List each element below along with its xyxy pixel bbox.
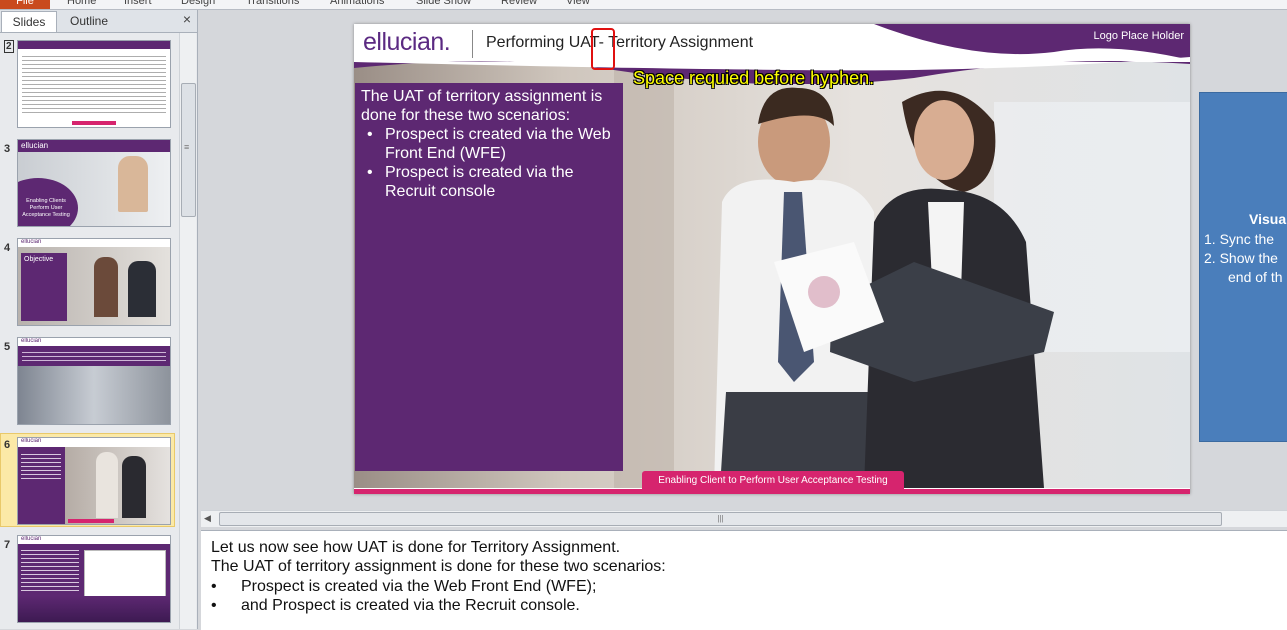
tab-slide-show[interactable]: Slide Show (416, 0, 471, 8)
tab-design[interactable]: Design (181, 0, 215, 8)
slide-number: 6 (4, 439, 11, 451)
side-box-title: Visua (1249, 211, 1287, 227)
grip-icon: ||| (717, 514, 724, 523)
body-intro: The UAT of territory assignment is done … (361, 88, 603, 124)
thumb-photo (18, 366, 170, 424)
notes-bullet: and Prospect is created via the Recruit … (241, 597, 580, 614)
thumb-person (94, 257, 118, 317)
slide-thumbnail[interactable]: ellucian (17, 337, 171, 425)
offslide-text-box[interactable]: Visua 1. Sync the 2. Show the end of th (1199, 92, 1287, 442)
thumb-footer (68, 519, 114, 523)
thumb-logo: ellucian (21, 338, 42, 344)
thumb-text-lines (22, 53, 166, 115)
thumb-text-lines (22, 349, 166, 363)
close-panel-icon[interactable]: × (183, 11, 191, 27)
thumb-footer (72, 121, 116, 125)
side-box-item: end of th (1228, 269, 1283, 285)
ribbon: File Home Insert Design Transitions Anim… (0, 0, 1287, 10)
slide-thumbnail[interactable]: ellucian (17, 437, 171, 525)
annotation-highlight-box (591, 28, 615, 70)
notes-pane[interactable]: Let us now see how UAT is done for Terri… (201, 530, 1287, 630)
notes-bullet: Prospect is created via the Web Front En… (241, 578, 597, 595)
scrollbar-thumb[interactable]: ||| (219, 512, 1222, 526)
thumb-logo: ellucian (21, 438, 42, 444)
bullet-list: Prospect is created via the Web Front En… (361, 125, 617, 201)
scrollbar-thumb[interactable]: ≡ (181, 83, 196, 217)
slide-number: 5 (4, 341, 11, 353)
thumb-title: Objective (24, 256, 54, 263)
file-tab[interactable]: File (0, 0, 50, 9)
logo-placeholder[interactable]: Logo Place Holder (1093, 30, 1184, 42)
thumb-logo: ellucian (21, 141, 49, 150)
grip-icon: ≡ (184, 142, 190, 152)
thumb-title: Enabling Clients Perform User Acceptance… (22, 198, 70, 218)
thumb-person (118, 156, 148, 212)
review-annotation: Space requied before hyphen. (633, 68, 875, 88)
thumb-person (128, 261, 156, 317)
thumb-bottom (18, 596, 170, 622)
thumb-person (96, 452, 118, 518)
side-box-item: 1. Sync the (1204, 231, 1275, 247)
tab-insert[interactable]: Insert (124, 0, 152, 8)
panel-vertical-scrollbar[interactable]: ≡ (179, 33, 196, 629)
thumb-header (18, 41, 170, 49)
thumb-text-lines (21, 451, 61, 481)
notes-bullet-icon: • (211, 597, 217, 614)
thumb-person (122, 456, 146, 518)
tab-outline[interactable]: Outline (58, 11, 120, 31)
tab-view[interactable]: View (566, 0, 590, 8)
panel-tabs: Slides Outline × (0, 10, 197, 33)
tab-animations[interactable]: Animations (330, 0, 384, 8)
slides-panel: Slides Outline × 2 3 ellucian Enabling C… (0, 10, 198, 629)
thumb-logo: ellucian (21, 536, 42, 542)
slide-number: 2 (4, 40, 14, 53)
thumb-screenshot (84, 550, 166, 598)
bullet-item: Prospect is created via the Recruit cons… (367, 163, 617, 201)
slide-footer: Enabling Client to Perform User Acceptan… (642, 471, 904, 491)
notes-bullet-icon: • (211, 578, 217, 595)
slide-number: 4 (4, 242, 11, 254)
tab-review[interactable]: Review (501, 0, 537, 8)
notes-line: The UAT of territory assignment is done … (211, 558, 666, 575)
slide-thumbnail[interactable]: ellucian Enabling Clients Perform User A… (17, 139, 171, 227)
slide-number: 3 (4, 143, 11, 155)
slide-text-box[interactable]: The UAT of territory assignment is done … (355, 83, 623, 471)
thumb-logo: ellucian (21, 239, 42, 245)
thumb-text-box (21, 253, 67, 321)
slide-bottom-bar (354, 489, 1190, 494)
scroll-left-icon[interactable]: ◀ (204, 513, 211, 524)
thumb-text-lines (21, 547, 79, 591)
slide-thumbnail[interactable]: ellucian Objective (17, 238, 171, 326)
current-slide[interactable]: ellucian. Performing UAT- Territory Assi… (354, 24, 1190, 494)
tab-slides[interactable]: Slides (1, 11, 57, 32)
horizontal-scrollbar[interactable]: ◀ ||| (201, 510, 1287, 527)
notes-line: Let us now see how UAT is done for Terri… (211, 539, 621, 556)
bullet-item: Prospect is created via the Web Front En… (367, 125, 617, 163)
slide-thumbnail[interactable]: ellucian (17, 535, 171, 623)
tab-transitions[interactable]: Transitions (246, 0, 299, 8)
slide-thumbnail[interactable] (17, 40, 171, 128)
tab-home[interactable]: Home (67, 0, 96, 8)
slide-number: 7 (4, 539, 11, 551)
side-box-item: 2. Show the (1204, 250, 1278, 266)
